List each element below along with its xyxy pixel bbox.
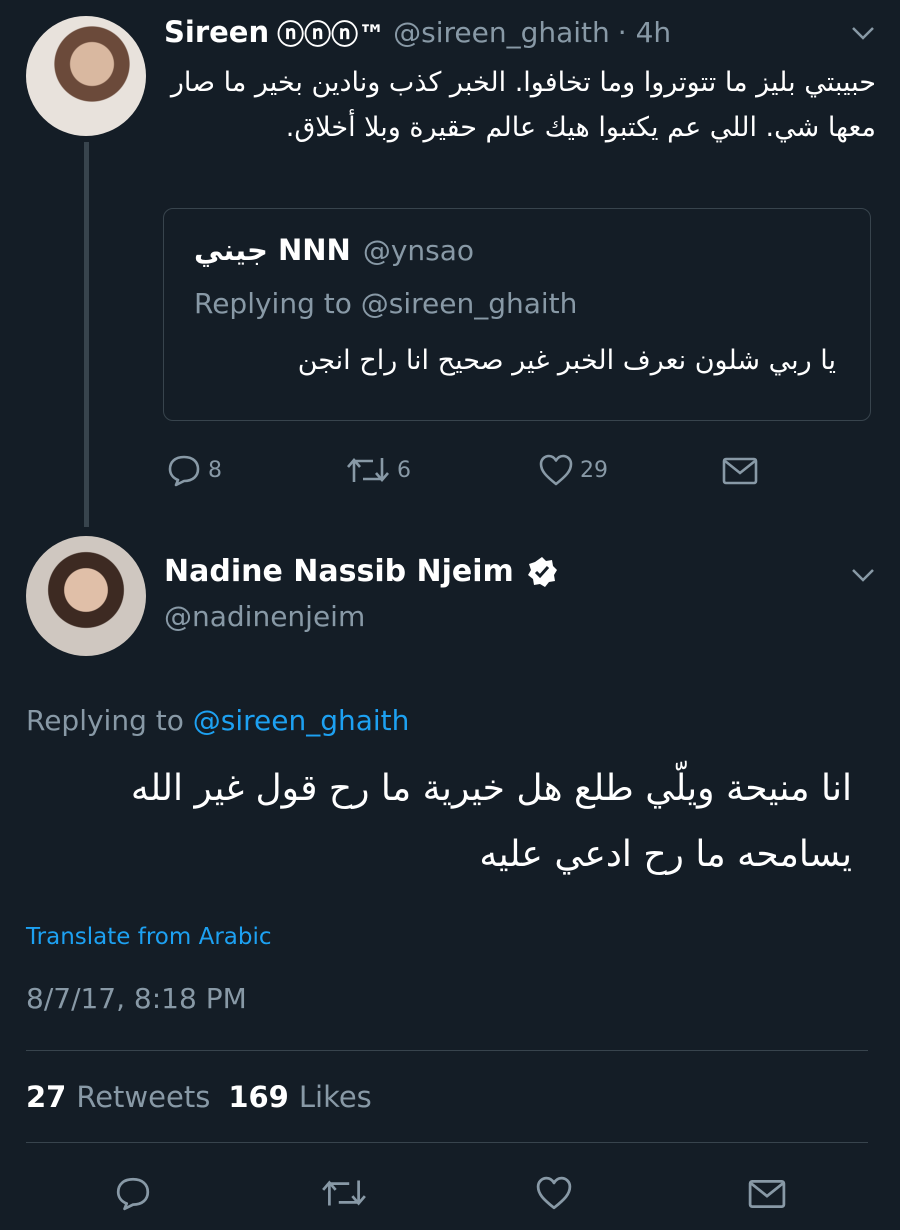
reply-count: 8 xyxy=(208,457,222,483)
heart-icon xyxy=(539,454,573,486)
engagement-stats: 27 Retweets 169 Likes xyxy=(26,1080,372,1114)
like-label[interactable]: Likes xyxy=(299,1080,372,1114)
translate-link[interactable]: Translate from Arabic xyxy=(26,924,272,950)
retweet-label[interactable]: Retweets xyxy=(76,1080,210,1114)
quoted-tweet-card[interactable]: جيني NNN @ynsao Replying to @sireen_ghai… xyxy=(163,208,871,421)
avatar[interactable] xyxy=(26,536,146,656)
reply-button[interactable]: 8 xyxy=(166,452,222,488)
display-name[interactable]: Nadine Nassib Njeim xyxy=(164,554,514,589)
divider xyxy=(26,1050,868,1051)
chevron-down-icon[interactable] xyxy=(850,24,876,42)
verified-badge-icon xyxy=(527,556,557,587)
quoted-replying-to: Replying to @sireen_ghaith xyxy=(194,287,577,320)
replying-prefix: Replying to xyxy=(26,704,184,737)
replying-to: Replying to @sireen_ghaith xyxy=(26,704,409,737)
tweet-header: Sireen ⓝⓝⓝ™ @sireen_ghaith · 4h xyxy=(164,12,884,52)
handle[interactable]: @nadinenjeim xyxy=(164,600,365,633)
retweet-button[interactable]: 6 xyxy=(345,452,411,488)
quoted-text: يا ربي شلون نعرف الخبر غير صحيح انا راح … xyxy=(297,345,836,376)
chevron-down-icon[interactable] xyxy=(850,566,876,584)
quoted-handle: @ynsao xyxy=(362,233,475,267)
quoted-display-name: جيني NNN xyxy=(194,233,351,267)
like-button[interactable]: 29 xyxy=(538,452,608,488)
retweet-count: 6 xyxy=(397,457,411,483)
like-count: 29 xyxy=(580,457,608,483)
quoted-header: جيني NNN @ynsao xyxy=(194,233,474,267)
reply-icon[interactable] xyxy=(114,1174,152,1212)
retweet-icon xyxy=(347,458,389,482)
replying-prefix: Replying to xyxy=(194,287,352,320)
reply-icon xyxy=(168,455,200,487)
thread-line xyxy=(84,142,89,527)
tweet-text: حبيبتي بليز ما تتوتروا وما تخافوا. الخبر… xyxy=(170,67,876,143)
retweet-count[interactable]: 27 xyxy=(26,1080,66,1114)
display-name[interactable]: Sireen xyxy=(164,15,269,49)
replying-handle-link[interactable]: @sireen_ghaith xyxy=(193,704,410,737)
name-badges: ⓝⓝⓝ™ xyxy=(277,19,386,51)
heart-icon[interactable] xyxy=(534,1175,574,1211)
timestamp[interactable]: 8/7/17, 8:18 PM xyxy=(26,982,247,1015)
like-count[interactable]: 169 xyxy=(228,1080,289,1114)
divider xyxy=(26,1142,868,1143)
tweet-text: انا منيحة ويلّي طلع هل خيرية ما رح قول غ… xyxy=(130,768,852,875)
message-icon[interactable] xyxy=(748,1178,786,1210)
message-icon[interactable] xyxy=(722,456,758,486)
timestamp[interactable]: · 4h xyxy=(618,16,671,49)
avatar[interactable] xyxy=(26,16,146,136)
handle[interactable]: @sireen_ghaith xyxy=(393,16,610,49)
retweet-icon[interactable] xyxy=(320,1174,368,1212)
replying-handle: @sireen_ghaith xyxy=(360,287,578,320)
tweet-author[interactable]: Nadine Nassib Njeim xyxy=(164,554,558,589)
